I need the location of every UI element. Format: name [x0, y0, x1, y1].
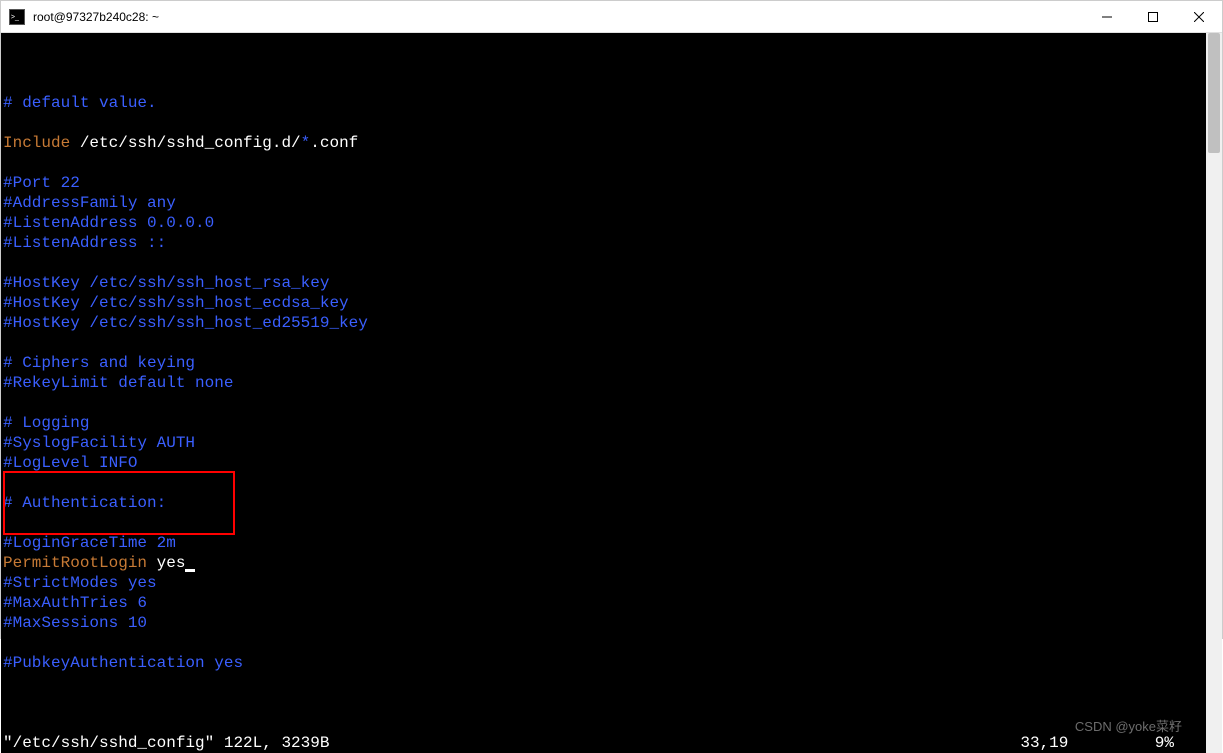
titlebar: >_ root@97327b240c28: ~	[1, 1, 1222, 33]
editor-line: #ListenAddress ::	[3, 233, 1204, 253]
editor-line	[3, 473, 1204, 493]
window-title: root@97327b240c28: ~	[33, 10, 159, 24]
editor-line	[3, 333, 1204, 353]
editor-line	[3, 513, 1204, 533]
editor-line: #MaxAuthTries 6	[3, 593, 1204, 613]
terminal-area[interactable]: # default value. Include /etc/ssh/sshd_co…	[1, 33, 1222, 753]
editor-line: #PubkeyAuthentication yes	[3, 653, 1204, 673]
close-button[interactable]	[1176, 1, 1222, 33]
editor-line: #MaxSessions 10	[3, 613, 1204, 633]
editor-line: #SyslogFacility AUTH	[3, 433, 1204, 453]
editor-line: # Logging	[3, 413, 1204, 433]
editor-line: Include /etc/ssh/sshd_config.d/*.conf	[3, 133, 1204, 153]
vertical-scrollbar[interactable]	[1206, 33, 1222, 753]
editor-line	[3, 633, 1204, 653]
editor-line: PermitRootLogin yes	[3, 553, 1204, 573]
editor-line: #StrictModes yes	[3, 573, 1204, 593]
scrollbar-thumb[interactable]	[1208, 33, 1220, 153]
terminal-window: >_ root@97327b240c28: ~ # default value.…	[0, 0, 1223, 639]
editor-line: #LogLevel INFO	[3, 453, 1204, 473]
editor-line	[3, 153, 1204, 173]
status-file-info: "/etc/ssh/sshd_config" 122L, 3239B	[3, 733, 329, 753]
status-position: 33,19 9%	[1020, 733, 1204, 753]
vim-statusbar: "/etc/ssh/sshd_config" 122L, 3239B 33,19…	[1, 733, 1206, 753]
editor-line: # default value.	[3, 93, 1204, 113]
editor-line: #RekeyLimit default none	[3, 373, 1204, 393]
titlebar-left: >_ root@97327b240c28: ~	[9, 9, 159, 25]
terminal-content[interactable]: # default value. Include /etc/ssh/sshd_co…	[1, 33, 1206, 753]
terminal-icon: >_	[9, 9, 25, 25]
editor-line: #AddressFamily any	[3, 193, 1204, 213]
window-controls	[1084, 1, 1222, 32]
editor-line: #ListenAddress 0.0.0.0	[3, 213, 1204, 233]
text-cursor	[185, 569, 195, 572]
editor-line	[3, 253, 1204, 273]
editor-line	[3, 393, 1204, 413]
maximize-button[interactable]	[1130, 1, 1176, 33]
editor-line: #Port 22	[3, 173, 1204, 193]
editor-line: #HostKey /etc/ssh/ssh_host_ed25519_key	[3, 313, 1204, 333]
editor-line: # Ciphers and keying	[3, 353, 1204, 373]
minimize-button[interactable]	[1084, 1, 1130, 33]
editor-line: #HostKey /etc/ssh/ssh_host_ecdsa_key	[3, 293, 1204, 313]
editor-line: # Authentication:	[3, 493, 1204, 513]
editor-line: #HostKey /etc/ssh/ssh_host_rsa_key	[3, 273, 1204, 293]
editor-line: #LoginGraceTime 2m	[3, 533, 1204, 553]
svg-text:>_: >_	[11, 13, 19, 20]
editor-line	[3, 113, 1204, 133]
